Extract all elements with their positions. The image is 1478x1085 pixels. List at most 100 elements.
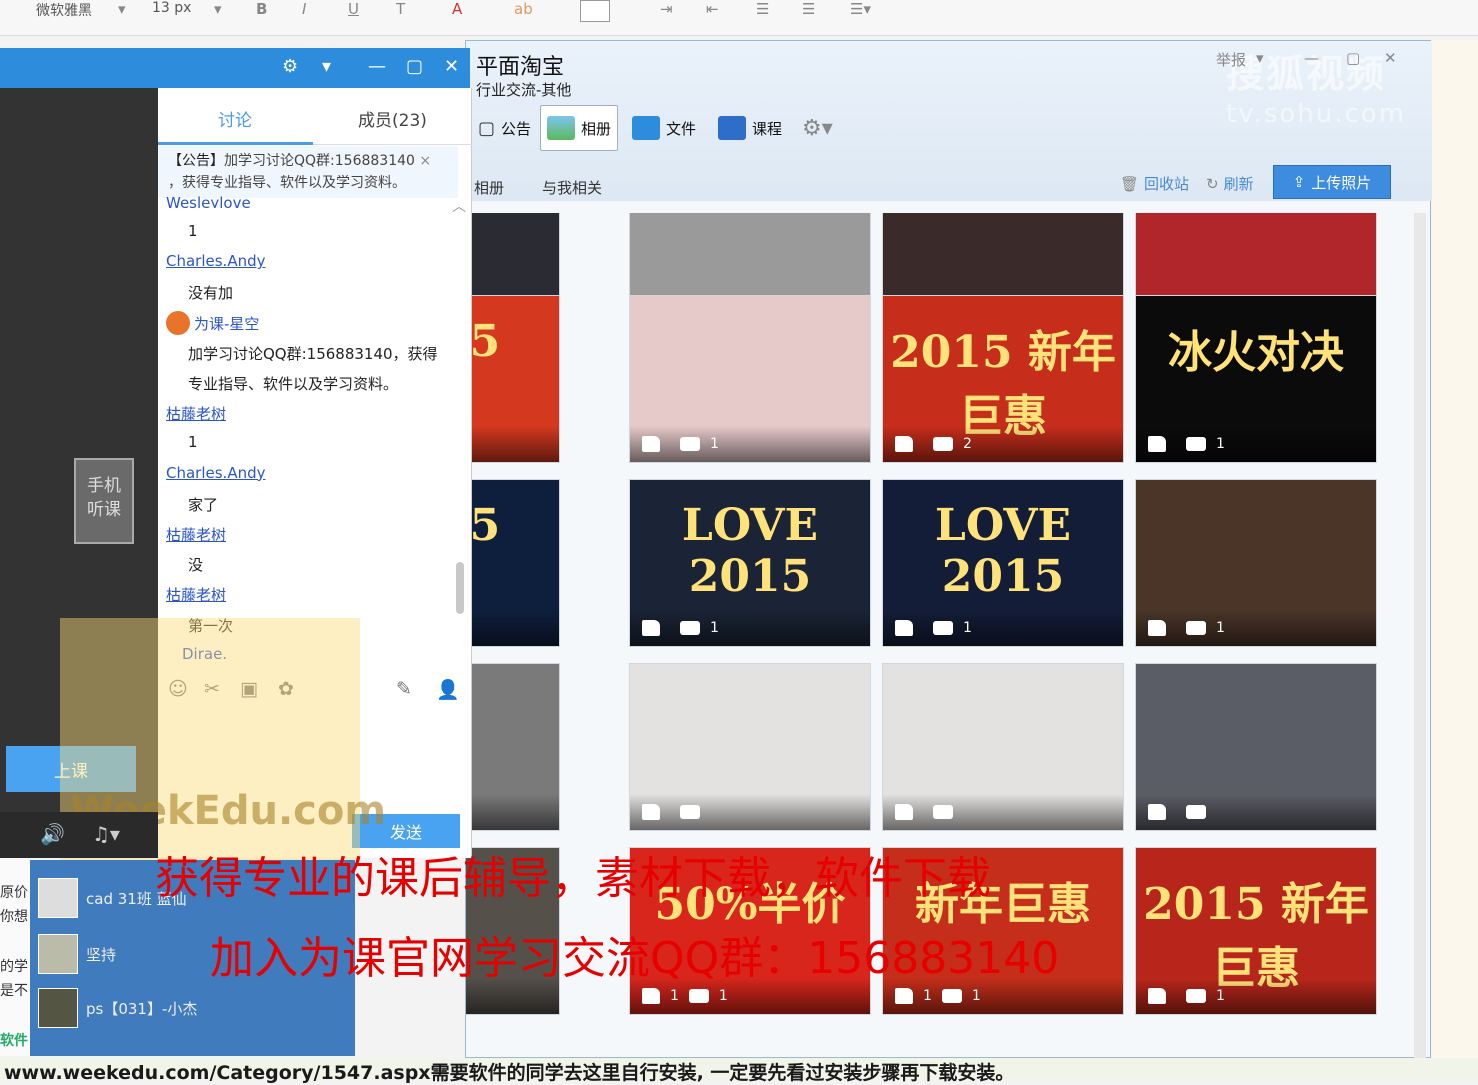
comment-icon[interactable]: [680, 621, 700, 635]
tab-discussion[interactable]: 讨论: [218, 106, 252, 131]
photo-tile[interactable]: LOVE 2015 1: [629, 479, 871, 647]
photo-tile[interactable]: [1135, 663, 1377, 831]
toolbar-album-label: 相册: [581, 119, 612, 138]
notice-line-1: 加学习讨论QQ群:156883140: [224, 153, 415, 169]
subtab-related[interactable]: 与我相关: [542, 177, 602, 198]
report-link[interactable]: 举报: [1216, 49, 1246, 70]
user-icon[interactable]: 👤: [436, 678, 460, 701]
photo-tile[interactable]: 2015 新年巨惠 1: [1135, 847, 1377, 1015]
chat-sender[interactable]: Wesleylove: [166, 194, 251, 208]
photo-tile[interactable]: 1: [1135, 479, 1377, 647]
like-icon[interactable]: [1148, 620, 1166, 636]
comment-icon[interactable]: [1186, 805, 1206, 819]
chat-sender[interactable]: Charles.Andy: [166, 464, 266, 482]
photo-tile[interactable]: 2015: [466, 295, 560, 463]
bullet-list-icon[interactable]: ☰: [756, 0, 769, 18]
toolbar-album[interactable]: 相册: [540, 105, 619, 151]
like-icon[interactable]: [642, 988, 660, 1004]
like-icon[interactable]: [642, 620, 660, 636]
chevron-down-icon[interactable]: ▾: [1256, 49, 1264, 67]
minimize-icon[interactable]: —: [368, 56, 386, 77]
gear-icon[interactable]: ⚙▾: [796, 105, 839, 151]
like-icon[interactable]: [642, 804, 660, 820]
comment-icon[interactable]: [941, 989, 962, 1003]
photo-tile[interactable]: [629, 663, 871, 831]
comment-icon[interactable]: [680, 437, 700, 451]
bold-icon[interactable]: B: [256, 0, 267, 18]
upload-photo-button[interactable]: ⇪ 上传照片: [1273, 165, 1391, 199]
like-icon[interactable]: [895, 620, 913, 636]
font-size-select[interactable]: 13 px: [152, 0, 191, 16]
photo-tile[interactable]: 冰火对决 1: [1135, 295, 1377, 463]
tab-members[interactable]: 成员(23): [358, 106, 427, 131]
comment-icon[interactable]: [933, 805, 953, 819]
font-select[interactable]: 微软雅黑: [36, 0, 92, 20]
font-color-icon[interactable]: A: [452, 0, 462, 18]
settings-icon[interactable]: ⚙: [282, 56, 298, 77]
like-icon[interactable]: [895, 436, 913, 452]
toolbar-course[interactable]: 课程: [712, 105, 788, 151]
photo-tile[interactable]: 1: [629, 295, 871, 463]
chat-message-text: 专业指导、软件以及学习资料。: [188, 375, 399, 393]
chat-message-text: 没有加: [188, 284, 234, 303]
music-icon[interactable]: ♫▾: [92, 822, 120, 846]
like-icon[interactable]: [642, 436, 660, 452]
mobile-listen-button[interactable]: 手机 听课: [74, 458, 134, 544]
italic-icon[interactable]: I: [302, 0, 306, 18]
chat-sender[interactable]: 枯藤老树: [166, 524, 226, 545]
outdent-icon[interactable]: ⇤: [706, 0, 719, 18]
maximize-icon[interactable]: ▢: [1346, 49, 1360, 67]
refresh-link[interactable]: ↻ 刷新: [1206, 173, 1254, 194]
indent-icon[interactable]: ⇥: [660, 0, 673, 18]
align-left-icon[interactable]: [580, 0, 610, 22]
photo-tile[interactable]: [882, 663, 1124, 831]
comment-icon[interactable]: [680, 805, 700, 819]
like-icon[interactable]: [895, 988, 913, 1004]
close-icon[interactable]: ✕: [444, 56, 459, 77]
comment-icon[interactable]: [1186, 437, 1206, 451]
comment-icon[interactable]: [1186, 621, 1206, 635]
strikethrough-icon[interactable]: T: [396, 0, 405, 18]
collapse-icon[interactable]: ︿: [452, 196, 466, 216]
comment-icon[interactable]: [688, 989, 709, 1003]
chevron-down-icon[interactable]: ▾: [214, 0, 222, 18]
chat-sender[interactable]: 枯藤老树: [166, 584, 226, 605]
close-icon[interactable]: ×: [419, 153, 431, 169]
chat-sender[interactable]: 为课-星空: [194, 313, 259, 334]
photo-caption: 2015 新年巨惠: [890, 327, 1116, 442]
member-item[interactable]: ps【031】-小杰: [38, 988, 197, 1028]
like-icon[interactable]: [895, 804, 913, 820]
chat-scrollbar[interactable]: [456, 562, 464, 614]
line-spacing-icon[interactable]: ☰▾: [850, 0, 871, 18]
software-link[interactable]: www.weekedu.com/Category/1547.aspx需要软件的同…: [4, 1058, 1014, 1085]
toolbar-notice[interactable]: ▢ 公告: [472, 105, 537, 151]
chat-sender[interactable]: 枯藤老树: [166, 403, 226, 424]
like-icon[interactable]: [1148, 988, 1166, 1004]
like-icon[interactable]: [1148, 804, 1166, 820]
subtab-album[interactable]: 相册: [474, 177, 504, 198]
member-item[interactable]: 坚持: [38, 934, 116, 974]
minimize-icon[interactable]: —: [1304, 49, 1319, 67]
underline-icon[interactable]: U: [348, 0, 359, 18]
photo-tile[interactable]: [466, 663, 560, 831]
gallery-scrollbar[interactable]: [1414, 213, 1426, 1059]
chevron-down-icon[interactable]: ▾: [118, 0, 126, 18]
maximize-icon[interactable]: ▢: [406, 56, 423, 77]
photo-tile[interactable]: 2015 新年巨惠 2: [882, 295, 1124, 463]
edit-icon[interactable]: ✎: [396, 678, 412, 700]
recycle-link[interactable]: 🗑 回收站: [1120, 173, 1189, 194]
comment-icon[interactable]: [933, 621, 953, 635]
chevron-down-icon[interactable]: ▾: [322, 56, 331, 77]
comment-icon[interactable]: [933, 437, 953, 451]
speaker-icon[interactable]: 🔊: [40, 822, 65, 846]
comment-icon[interactable]: [1186, 989, 1206, 1003]
toolbar-files[interactable]: 文件: [626, 105, 702, 151]
close-icon[interactable]: ✕: [1384, 49, 1397, 67]
like-icon[interactable]: [1148, 436, 1166, 452]
number-list-icon[interactable]: ☰: [802, 0, 815, 18]
photo-tile[interactable]: LOVE 2015 1: [882, 479, 1124, 647]
chat-sender[interactable]: Charles.Andy: [166, 252, 266, 270]
bottom-link-bar: www.weekedu.com/Category/1547.aspx需要软件的同…: [0, 1058, 1478, 1084]
highlight-icon[interactable]: ab: [514, 0, 533, 18]
photo-tile[interactable]: 2015: [466, 479, 560, 647]
